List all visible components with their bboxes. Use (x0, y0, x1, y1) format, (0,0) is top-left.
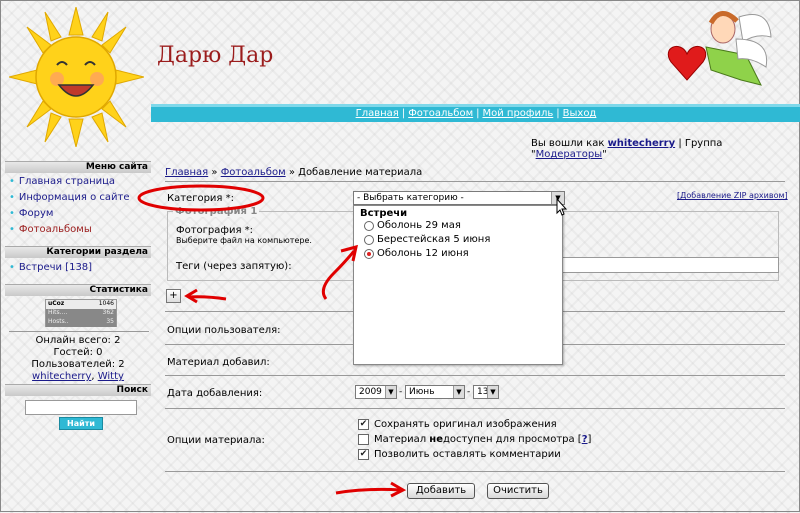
red-arrow-annotation (335, 487, 402, 495)
annotation-overlay (137, 184, 568, 498)
red-arrow-annotation (321, 250, 356, 300)
cursor-icon (556, 197, 568, 216)
red-circle-annotation (137, 184, 265, 212)
